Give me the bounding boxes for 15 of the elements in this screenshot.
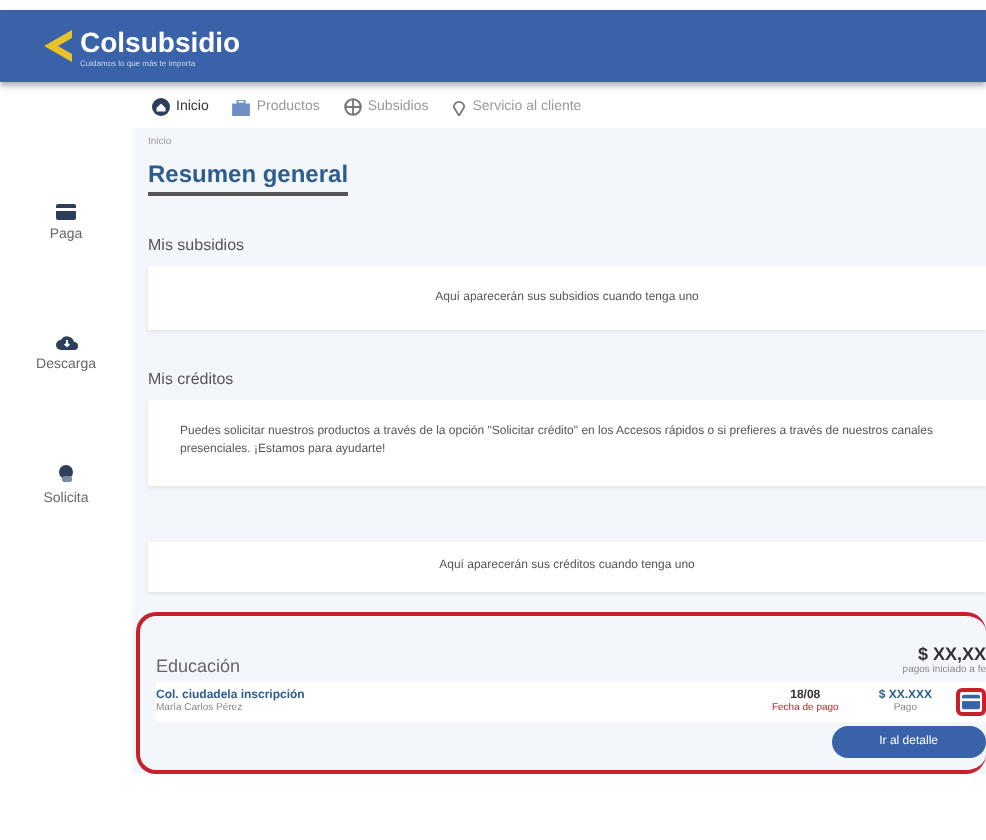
pin-icon: [452, 98, 467, 116]
section-heading: Educación: [156, 655, 241, 676]
page-title: Resumen general: [148, 160, 349, 196]
globe-icon: [343, 98, 362, 116]
briefcase-icon: [232, 99, 251, 115]
card-icon: [962, 693, 980, 710]
section-heading: Mis subsidios: [148, 236, 245, 254]
logo-icon: [44, 30, 72, 62]
brand-name: Colsubsidio: [80, 25, 241, 57]
total-amount: $ XX,XX: [917, 643, 986, 664]
section-heading: Mis créditos: [148, 370, 234, 389]
card-icon: [55, 204, 76, 220]
home-icon: [152, 98, 170, 116]
pay-button[interactable]: [956, 687, 986, 716]
cloud-icon: [55, 334, 77, 350]
